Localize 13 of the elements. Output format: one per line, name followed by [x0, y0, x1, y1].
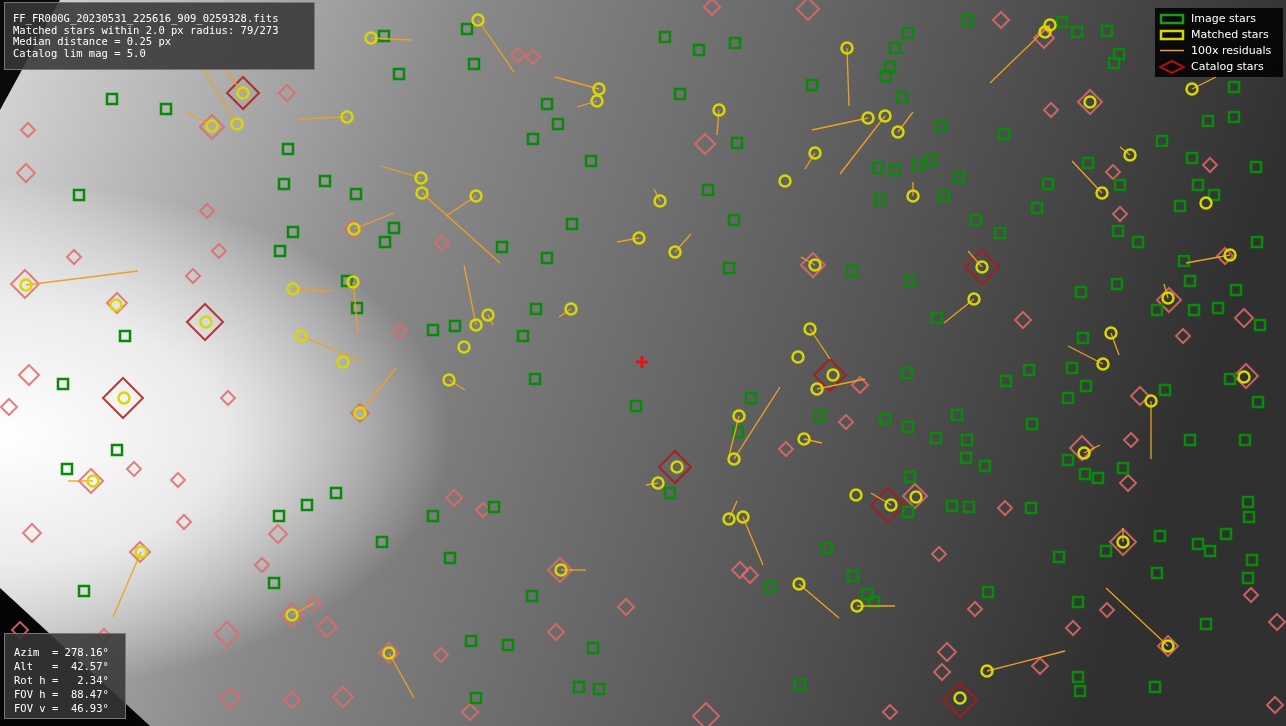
pointing-text: Alt = 42.57°: [14, 659, 110, 673]
legend-label: Image stars: [1191, 12, 1256, 25]
pointing-text: FOV v = 46.93°: [14, 701, 110, 715]
legend-label: Matched stars: [1191, 28, 1269, 41]
pointing-text: Azim = 278.16°: [14, 645, 110, 659]
info-text: Matched stars within 2.0 px radius: 79/273: [13, 24, 280, 36]
info-text: Median distance = 0.25 px: [13, 36, 172, 48]
legend-label: 100x residuals: [1191, 44, 1272, 57]
pointing-text: FOV h = 88.47°: [14, 687, 110, 701]
info-text: Catalog lim mag = 5.0: [13, 47, 147, 59]
pointing-text: Rot h = 2.34°: [14, 673, 110, 687]
info-text: FF_FR000G_20230531_225616_909_0259328.fits: [13, 13, 280, 25]
legend-label: Catalog stars: [1191, 60, 1264, 73]
